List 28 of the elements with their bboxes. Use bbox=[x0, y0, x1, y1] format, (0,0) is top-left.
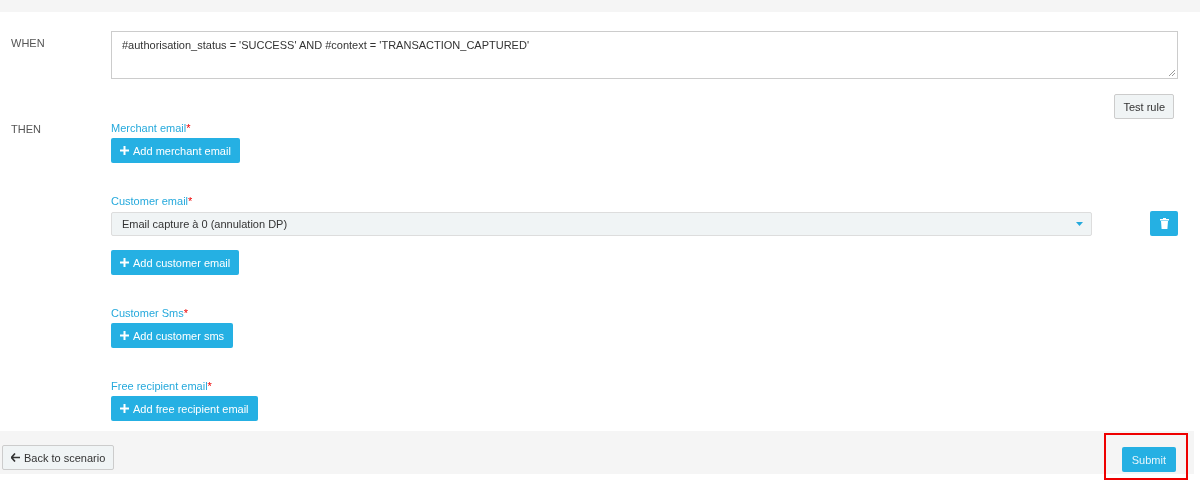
caret-icon bbox=[1076, 221, 1083, 226]
delete-button[interactable] bbox=[1150, 211, 1178, 236]
field-label: Free recipient email bbox=[111, 380, 208, 392]
field-label: Customer email bbox=[111, 195, 189, 207]
test-rule-button[interactable]: Test rule bbox=[1114, 94, 1174, 119]
back-button[interactable]: Back to scenario bbox=[2, 445, 115, 470]
then-label: THEN bbox=[11, 123, 42, 137]
email-template-select[interactable]: Email capture à 0 (annulation DP) bbox=[111, 211, 1092, 236]
when-label: WHEN bbox=[11, 36, 46, 51]
plus-icon bbox=[120, 258, 129, 267]
plus-icon bbox=[120, 146, 129, 155]
add-button[interactable]: Add customer email bbox=[111, 250, 240, 275]
required-mark: * bbox=[207, 380, 212, 392]
add-button[interactable]: Add free recipient email bbox=[111, 396, 258, 421]
resize-grip-icon[interactable] bbox=[1168, 69, 1175, 76]
plus-icon bbox=[120, 331, 129, 340]
field-label: Customer Sms bbox=[111, 307, 184, 319]
rule-condition-field[interactable]: #authorisation_status = 'SUCCESS' AND #context = 'TRANSACTION_CAPTURED' bbox=[111, 31, 1178, 79]
field-label: Merchant email bbox=[111, 122, 187, 134]
add-button[interactable]: Add merchant email bbox=[111, 138, 240, 163]
add-button[interactable]: Add customer sms bbox=[111, 323, 234, 348]
arrow-left-icon bbox=[11, 453, 20, 462]
required-mark: * bbox=[186, 122, 191, 134]
required-mark: * bbox=[183, 307, 189, 319]
plus-icon bbox=[120, 404, 129, 413]
submit-button[interactable]: Submit bbox=[1121, 447, 1176, 472]
required-mark: * bbox=[188, 195, 193, 207]
trash-icon bbox=[1159, 218, 1169, 229]
